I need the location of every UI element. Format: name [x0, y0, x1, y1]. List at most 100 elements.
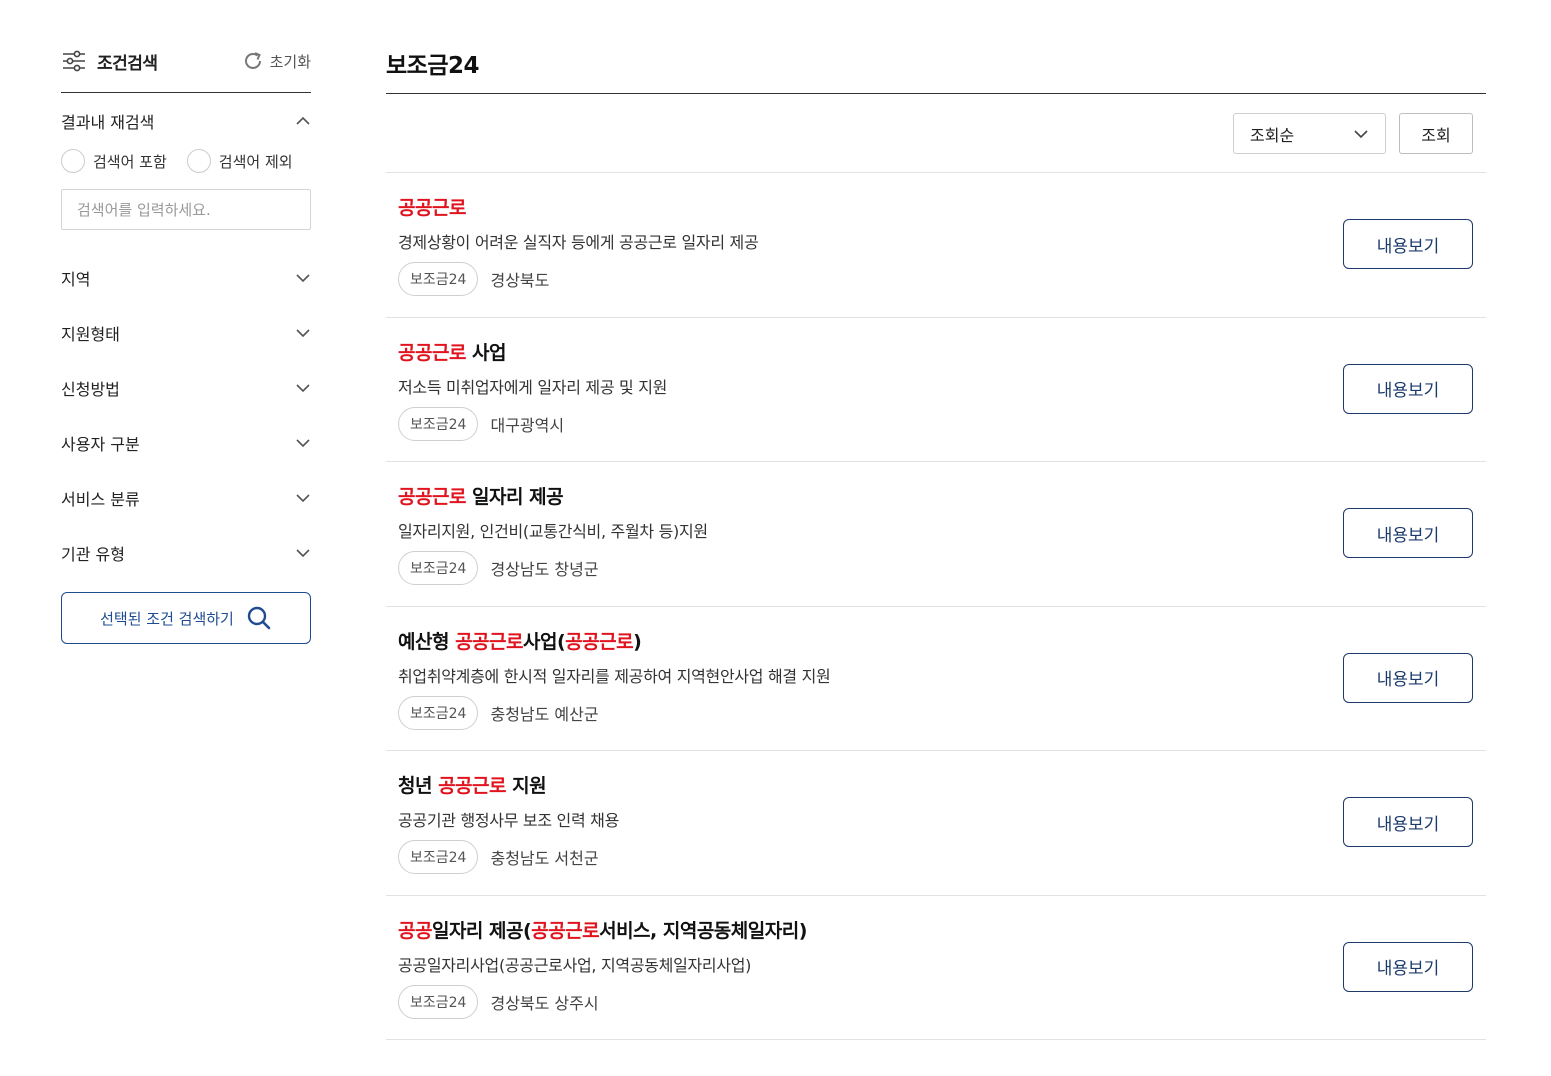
filter-service-category[interactable]: 서비스 분류: [61, 470, 311, 525]
source-tag: 보조금24: [398, 262, 479, 296]
filter-sliders-icon: [63, 50, 85, 72]
view-details-button[interactable]: 내용보기: [1343, 652, 1473, 703]
result-item: 청년 공공근로 지원 공공기관 행정사무 보조 인력 채용 보조금24 충청남도…: [386, 751, 1486, 896]
result-description: 일자리지원, 인건비(교통간식비, 주월차 등)지원: [398, 522, 708, 541]
title-text: 서비스, 지역공동체일자리): [599, 919, 807, 942]
filter-label: 지원형태: [61, 324, 120, 344]
result-meta: 보조금24 경상북도 상주시: [398, 984, 599, 1019]
title-text: 사업: [465, 341, 506, 364]
sidebar-title-text: 조건검색: [97, 53, 158, 74]
view-details-button[interactable]: 내용보기: [1343, 941, 1473, 992]
result-title[interactable]: 공공근로 사업: [398, 338, 507, 365]
radio-exclude[interactable]: 검색어 제외: [186, 149, 293, 173]
search-icon: [247, 606, 271, 630]
chevron-down-icon: [296, 438, 310, 447]
highlighted-keyword: 공공근로: [455, 630, 523, 653]
result-region: 경상남도 창녕군: [490, 560, 599, 579]
result-description: 경제상황이 어려운 실직자 등에게 공공근로 일자리 제공: [398, 233, 759, 252]
radio-exclude-label: 검색어 제외: [218, 152, 293, 171]
radio-include[interactable]: 검색어 포함: [61, 149, 167, 173]
highlighted-keyword: 공공근로: [398, 197, 466, 219]
sidebar-header: 조건검색 초기화: [61, 40, 311, 93]
filter-label: 기관 유형: [61, 544, 125, 564]
highlighted-keyword: 공공근로: [565, 630, 634, 653]
result-title[interactable]: 공공근로: [398, 193, 466, 220]
source-tag: 보조금24: [398, 406, 479, 441]
result-meta: 보조금24 대구광역시: [398, 406, 565, 441]
result-item: 예산형 공공근로사업(공공근로) 취업취약계층에 한시적 일자리를 제공하여 지…: [386, 607, 1486, 751]
view-details-button[interactable]: 내용보기: [1343, 797, 1473, 847]
chevron-down-icon: [296, 273, 310, 282]
radio-exclude-circle[interactable]: [186, 149, 211, 173]
result-region: 경상북도 상주시: [490, 993, 599, 1013]
chevron-down-icon: [296, 383, 310, 392]
highlighted-keyword: 공공근로: [398, 486, 466, 508]
view-details-button[interactable]: 내용보기: [1343, 508, 1473, 558]
chevron-up-icon: [296, 116, 310, 125]
filter-support-type[interactable]: 지원형태: [61, 305, 311, 360]
results-main: 보조금24 조회순 조회 공공근로 경제상황이 어려운 실직자 등에게 공공근로…: [386, 40, 1486, 1040]
filter-apply-method[interactable]: 신청방법: [61, 360, 311, 415]
page-title: 보조금24: [386, 40, 1486, 94]
results-list: 공공근로 경제상황이 어려운 실직자 등에게 공공근로 일자리 제공 보조금24…: [386, 173, 1486, 1040]
condition-search-title: 조건검색: [61, 48, 158, 74]
result-meta: 보조금24 충청남도 예산군: [398, 695, 599, 730]
title-text: 예산형: [398, 630, 456, 653]
highlighted-keyword: 공공근로: [438, 775, 506, 797]
result-description: 공공기관 행정사무 보조 인력 채용: [398, 811, 620, 830]
result-region: 경상북도: [490, 271, 550, 290]
title-text: 사업(: [522, 630, 566, 653]
title-text: ): [633, 630, 642, 653]
search-selected-conditions-button[interactable]: 선택된 조건 검색하기: [61, 592, 311, 644]
re-search-input[interactable]: [61, 189, 311, 230]
title-text: 일자리 제공: [465, 486, 564, 508]
chevron-down-icon: [1354, 129, 1368, 138]
search-selected-label: 선택된 조건 검색하기: [100, 609, 234, 628]
result-title[interactable]: 공공근로 일자리 제공: [398, 482, 564, 509]
sort-select[interactable]: 조회순: [1233, 113, 1386, 154]
highlighted-keyword: 공공근로: [531, 919, 600, 942]
result-item: 공공근로 사업 저소득 미취업자에게 일자리 제공 및 지원 보조금24 대구광…: [386, 318, 1486, 462]
view-details-button[interactable]: 내용보기: [1343, 363, 1473, 414]
result-meta: 보조금24 경상북도: [398, 262, 549, 296]
search-mode-radios: 검색어 포함 검색어 제외: [61, 143, 311, 179]
filter-label: 신청방법: [61, 379, 120, 399]
re-search-section: 결과내 재검색 검색어 포함 검색어 제외: [61, 93, 311, 230]
re-search-label: 결과내 재검색: [61, 113, 155, 132]
query-button[interactable]: 조회: [1399, 113, 1473, 154]
source-tag: 보조금24: [398, 551, 479, 585]
filter-user-type[interactable]: 사용자 구분: [61, 415, 311, 470]
result-meta: 보조금24 충청남도 서천군: [398, 840, 599, 874]
source-tag: 보조금24: [398, 840, 479, 874]
filter-label: 지역: [61, 269, 91, 289]
sort-selected-value: 조회순: [1250, 125, 1295, 145]
filter-sidebar: 조건검색 초기화 결과내 재검색 검색어 포함 검색어 제외 검색어를 입력하세…: [61, 40, 311, 644]
filter-list: 지역 지원형태 신청방법 사용자 구분 서비스 분류 기관 유형: [61, 250, 311, 580]
result-title[interactable]: 청년 공공근로 지원: [398, 771, 547, 798]
filter-label: 서비스 분류: [61, 489, 140, 509]
result-title[interactable]: 예산형 공공근로사업(공공근로): [398, 627, 642, 654]
filter-label: 사용자 구분: [61, 434, 140, 454]
radio-include-label: 검색어 포함: [93, 152, 167, 171]
result-title[interactable]: 공공일자리 제공(공공근로서비스, 지역공동체일자리): [398, 916, 807, 943]
title-text: 청년: [398, 775, 439, 797]
chevron-down-icon: [296, 328, 310, 337]
radio-include-circle[interactable]: [61, 149, 85, 173]
result-region: 충청남도 예산군: [490, 704, 599, 724]
refresh-icon: [244, 52, 261, 69]
title-text: 지원: [506, 775, 547, 797]
view-details-button[interactable]: 내용보기: [1343, 219, 1473, 269]
highlighted-keyword: 공공근로: [398, 341, 466, 364]
title-text: 일자리 제공(: [431, 919, 532, 942]
result-description: 공공일자리사업(공공근로사업, 지역공동체일자리사업): [398, 955, 752, 975]
re-search-toggle[interactable]: 결과내 재검색: [61, 93, 311, 149]
filter-agency-type[interactable]: 기관 유형: [61, 525, 311, 580]
results-toolbar: 조회순 조회: [386, 94, 1486, 173]
result-region: 대구광역시: [490, 415, 565, 435]
result-meta: 보조금24 경상남도 창녕군: [398, 551, 599, 585]
result-item: 공공근로 경제상황이 어려운 실직자 등에게 공공근로 일자리 제공 보조금24…: [386, 173, 1486, 318]
reset-button[interactable]: 초기화: [242, 50, 311, 72]
chevron-down-icon: [296, 548, 310, 557]
filter-region[interactable]: 지역: [61, 250, 311, 305]
result-item: 공공근로 일자리 제공 일자리지원, 인건비(교통간식비, 주월차 등)지원 보…: [386, 462, 1486, 607]
